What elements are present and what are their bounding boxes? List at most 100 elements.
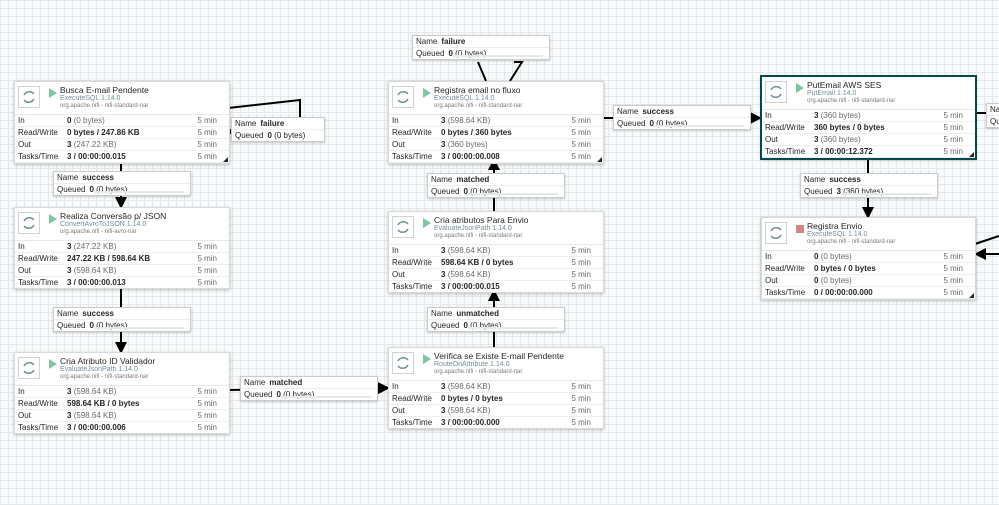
processor-name: Cria Atributo ID Validador (60, 356, 156, 366)
stat-row-tasks-time: Tasks/Time 3 / 00:00:00.015 5 min (15, 151, 229, 163)
stat-row-tasks-time: Tasks/Time 3 / 00:00:00.008 5 min (389, 151, 603, 163)
connection-label-success[interactable]: Name success Queued 0 (0 bytes) (613, 105, 751, 130)
connection-label-success[interactable]: Name success Queued 3 (360 bytes) (800, 173, 938, 198)
stat-row-out: Out 3 (247.22 KB) 5 min (15, 139, 229, 151)
resize-corner-icon (969, 293, 974, 298)
processor-registra-envio[interactable]: Registra Envio ExecuteSQL 1.14.0 org.apa… (761, 217, 976, 300)
processor-bundle: org.apache.nifi - nifi-standard-nar (807, 98, 896, 104)
stat-row-tasks-time: Tasks/Time 3 / 00:00:00.006 5 min (18, 423, 217, 432)
processor-name: Verifica se Existe E-mail Pendente (434, 351, 564, 361)
processor-cria-atributo-id-validador[interactable]: Cria Atributo ID Validador EvaluateJsonP… (14, 352, 230, 434)
stat-row-read-write: Read/Write 0 bytes / 0 bytes 5 min (762, 263, 975, 275)
stat-row-out: Out 3 (360 bytes) 5 min (762, 134, 975, 146)
connection-label-success[interactable]: Name success Queued 0 (0 bytes) (53, 171, 191, 196)
stat-row-out: Out 3 (598.64 KB) 5 min (15, 265, 229, 277)
connection-label-offscreen[interactable]: Na Qu (986, 103, 999, 128)
processor-bundle: org.apache.nifi - nifi-standard-nar (60, 374, 149, 380)
processor-name: PutEmail AWS SES (807, 80, 882, 90)
stat-row-tasks-time: Tasks/Time 3 / 00:00:00.015 5 min (392, 282, 591, 291)
processor-type: RouteOnAttribute 1.14.0 (434, 361, 510, 368)
processor-verifica-email-pendente[interactable]: Verifica se Existe E-mail Pendente Route… (388, 347, 604, 429)
processor-icon (18, 357, 40, 379)
processor-icon (392, 216, 414, 238)
connection-label-unmatched[interactable]: Name unmatched Queued 0 (0 bytes) (427, 307, 565, 332)
stat-row-in: In 3 (598.64 KB) 5 min (15, 386, 229, 398)
stat-row-out: Out 3 (598.64 KB) 5 min (15, 410, 229, 422)
stat-row-tasks-time: Tasks/Time 3 / 00:00:12.372 5 min (762, 146, 975, 158)
stat-row-read-write: Read/Write 0 bytes / 0 bytes 5 min (389, 393, 603, 405)
processor-header: Registra Envio ExecuteSQL 1.14.0 org.apa… (762, 218, 975, 251)
stat-row-out: Out 3 (598.64 KB) 5 min (389, 405, 603, 417)
processor-header: Busca E-mail Pendente ExecuteSQL 1.14.0 … (15, 82, 229, 115)
queue-progress-bar (94, 191, 184, 193)
resize-corner-icon (223, 157, 228, 162)
queue-progress-bar (841, 193, 931, 195)
processor-type: PutEmail 1.14.0 (807, 90, 857, 97)
stat-row-in: In 3 (247.22 KB) 5 min (15, 241, 229, 253)
processor-icon (765, 81, 787, 103)
processor-registra-email-no-fluxo[interactable]: Registra email no fluxo ExecuteSQL 1.14.… (388, 81, 604, 164)
processor-bundle: org.apache.nifi - nifi-standard-nar (807, 239, 896, 245)
connection-label-failure[interactable]: Name failure Queued 0 (0 bytes) (412, 35, 550, 60)
processor-bundle: org.apache.nifi - nifi-standard-nar (434, 103, 523, 109)
play-icon (48, 88, 58, 98)
processor-icon (18, 212, 40, 234)
stat-row-read-write: Read/Write 0 bytes / 247.86 KB 5 min (15, 127, 229, 139)
processor-name: Busca E-mail Pendente (60, 85, 149, 95)
resize-corner-icon (597, 157, 602, 162)
stat-row-read-write: Read/Write 247.22 KB / 598.64 KB 5 min (15, 253, 229, 265)
resize-corner-icon (969, 152, 974, 157)
stat-row-read-write: Read/Write 598.64 KB / 0 bytes 5 min (15, 398, 229, 410)
play-icon (795, 83, 805, 93)
queue-progress-bar (468, 327, 558, 329)
processor-type: ExecuteSQL 1.14.0 (434, 95, 495, 102)
processor-name: Cria atributos Para Envio (434, 215, 529, 225)
stat-row-in: In 3 (598.64 KB) 5 min (389, 245, 603, 257)
processor-header: Verifica se Existe E-mail Pendente Route… (389, 348, 603, 381)
processor-putemail-aws-ses[interactable]: PutEmail AWS SES PutEmail 1.14.0 org.apa… (761, 76, 976, 159)
connection-label-failure[interactable]: Name failure Queued 0 (0 bytes) (231, 117, 325, 142)
stat-row-read-write: Read/Write 360 bytes / 0 bytes 5 min (762, 122, 975, 134)
queue-progress-bar (468, 193, 558, 195)
stat-row-in: In 0 (0 bytes) 5 min (15, 115, 229, 127)
queue-progress-bar (94, 327, 184, 329)
connection-label-matched[interactable]: Name matched Queued 0 (0 bytes) (240, 376, 378, 401)
processor-type: ExecuteSQL 1.14.0 (60, 95, 121, 102)
processor-icon (392, 86, 414, 108)
stat-row-read-write: Read/Write 598.64 KB / 0 bytes 5 min (389, 257, 603, 269)
processor-bundle: org.apache.nifi - nifi-standard-nar (60, 103, 149, 109)
processor-name: Registra email no fluxo (434, 85, 521, 95)
stat-row-out: Out 3 (598.64 KB) 5 min (389, 269, 603, 281)
processor-type: EvaluateJsonPath 1.14.0 (434, 225, 512, 232)
processor-icon (18, 86, 40, 108)
processor-icon (765, 222, 787, 244)
processor-type: EvaluateJsonPath 1.14.0 (60, 366, 138, 373)
processor-header: Realiza Conversão p/ JSON ConvertAvroToJ… (15, 208, 229, 241)
stat-row-in: In 0 (0 bytes) 5 min (762, 251, 975, 263)
play-icon (422, 354, 432, 364)
connection-label-matched[interactable]: Name matched Queued 0 (0 bytes) (427, 173, 565, 198)
queue-progress-bar (281, 396, 371, 398)
processor-name: Registra Envio (807, 221, 863, 231)
play-icon (48, 214, 58, 224)
processor-busca-email-pendente[interactable]: Busca E-mail Pendente ExecuteSQL 1.14.0 … (14, 81, 230, 164)
processor-bundle: org.apache.nifi - nifi-avro-nar (60, 229, 137, 235)
queue-progress-bar (453, 55, 543, 57)
stat-row-out: Out 3 (360 bytes) 5 min (389, 139, 603, 151)
processor-type: ConvertAvroToJSON 1.14.0 (60, 221, 147, 228)
processor-header: PutEmail AWS SES PutEmail 1.14.0 org.apa… (762, 77, 975, 110)
stat-row-in: In 3 (598.64 KB) 5 min (389, 381, 603, 393)
processor-icon (392, 352, 414, 374)
stat-row-tasks-time: Tasks/Time 0 / 00:00:00.000 5 min (762, 287, 975, 299)
connection-label-success[interactable]: Name success Queued 0 (0 bytes) (53, 307, 191, 332)
play-icon (48, 359, 58, 369)
stop-icon (795, 224, 805, 234)
processor-bundle: org.apache.nifi - nifi-standard-nar (434, 369, 523, 375)
processor-type: ExecuteSQL 1.14.0 (807, 231, 868, 238)
processor-header: Cria atributos Para Envio EvaluateJsonPa… (389, 212, 603, 245)
processor-realiza-conversao[interactable]: Realiza Conversão p/ JSON ConvertAvroToJ… (14, 207, 230, 289)
processor-cria-atributos-para-envio[interactable]: Cria atributos Para Envio EvaluateJsonPa… (388, 211, 604, 293)
stat-row-tasks-time: Tasks/Time 3 / 00:00:00.013 5 min (18, 278, 217, 287)
stat-row-out: Out 0 (0 bytes) 5 min (762, 275, 975, 287)
play-icon (422, 88, 432, 98)
